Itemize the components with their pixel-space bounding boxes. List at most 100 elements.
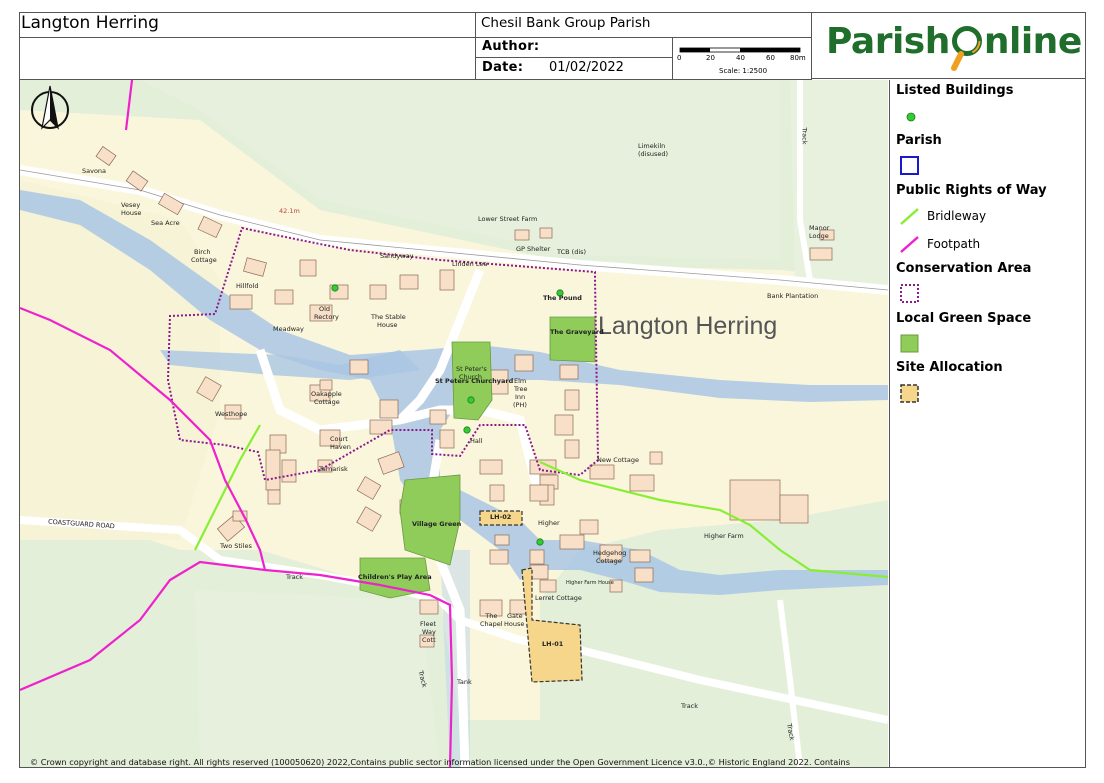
label-elm: Elm	[514, 377, 527, 385]
label-old-rectory: Rectory	[314, 313, 339, 321]
label-elm-inn: Inn	[515, 393, 526, 401]
label-bank-plantation: Bank Plantation	[767, 292, 819, 300]
label-linden-lea: Linden Lea	[452, 260, 488, 268]
label-elm-tree: Tree	[514, 385, 528, 393]
label-gp-shelter: GP Shelter	[516, 245, 551, 253]
legend-conservation-heading: Conservation Area	[896, 261, 1032, 276]
logo-text-part2: nline	[983, 21, 1082, 62]
scale-tick-60: 60	[766, 54, 775, 62]
label-two-stiles: Two Stiles	[220, 542, 252, 550]
label-vesey: Vesey	[121, 201, 141, 209]
label-fleet-cott: Cott	[422, 636, 436, 644]
copyright-notice: © Crown copyright and database right. Al…	[30, 757, 851, 767]
label-gate: Gate	[507, 612, 523, 620]
label-lh02: LH-02	[490, 513, 512, 521]
label-hall: Hall	[470, 437, 483, 445]
parish-cell: Chesil Bank Group Parish	[475, 12, 812, 38]
map-canvas[interactable]: Langton Herring Savona Vesey House Sea A…	[20, 80, 888, 767]
author-cell: Author:	[475, 37, 673, 58]
label-track-bottom: Track	[681, 702, 699, 710]
map-labels: Langton Herring Savona Vesey House Sea A…	[20, 80, 888, 767]
label-sea-acre: Sea Acre	[151, 219, 180, 227]
label-hedgehog: Hedgehog	[593, 549, 627, 557]
magnifier-icon	[950, 26, 984, 71]
map-title: Langton Herring	[21, 13, 159, 33]
label-childrens-play: Children's Play Area	[358, 573, 432, 581]
label-fleet: Fleet	[420, 620, 437, 628]
title-cell: Langton Herring	[19, 12, 476, 38]
label-track-south: Track	[286, 573, 304, 581]
label-savona: Savona	[82, 167, 107, 175]
parish-name: Chesil Bank Group Parish	[481, 15, 651, 31]
label-higher: Higher	[538, 519, 560, 527]
label-old: Old	[319, 305, 331, 313]
label-court-haven: Haven	[330, 443, 351, 451]
label-higher-farm: Higher Farm	[704, 532, 744, 540]
label-tcb: TCB (dis)	[557, 248, 587, 256]
legend-green-space-heading: Local Green Space	[896, 311, 1032, 326]
label-gate-house: House	[504, 620, 525, 628]
listed-building-symbol-icon	[906, 112, 916, 122]
label-track-se: Track	[785, 722, 796, 742]
label-the-stable-house: House	[377, 321, 398, 329]
scale-text: Scale: 1:2500	[719, 67, 768, 75]
conservation-area-symbol-icon	[900, 284, 919, 303]
label-hillfold: Hillfold	[236, 282, 259, 290]
label-track-ne: Track	[800, 127, 809, 145]
legend-parish-heading: Parish	[896, 133, 942, 148]
label-fleet-way: Way	[422, 628, 436, 636]
date-label: Date:	[482, 60, 524, 75]
title-cell-lower	[19, 37, 476, 80]
label-tank: Tank	[457, 678, 472, 686]
label-new-cottage: New Cottage	[597, 456, 639, 464]
date-cell: Date: 01/02/2022	[475, 57, 673, 80]
scale-tick-20: 20	[706, 54, 715, 62]
site-allocation-symbol-icon	[900, 384, 919, 403]
label-hedgehog-cottage: Cottage	[596, 557, 622, 565]
legend-footpath-label: Footpath	[927, 237, 981, 251]
scale-tick-80: 80m	[790, 54, 806, 62]
legend-bridleway-label: Bridleway	[927, 209, 987, 223]
label-the-chapel: The Chapel	[480, 612, 503, 628]
map-legend: Listed Buildings Parish Public Rights of…	[889, 80, 1086, 768]
label-track-west: Track	[416, 669, 429, 689]
author-label: Author:	[482, 39, 540, 54]
label-sandyway: Sandyway	[380, 252, 414, 260]
legend-listed-buildings-heading: Listed Buildings	[896, 83, 1014, 98]
label-tamarisk: Tamarisk	[319, 465, 348, 473]
scale-cell: 0 20 40 60 80m Scale: 1:2500	[672, 37, 812, 80]
scale-tick-0: 0	[677, 54, 682, 62]
label-lh01: LH-01	[542, 640, 564, 648]
label-spot-height: 42.1m	[279, 207, 300, 215]
label-limekiln-disused: (disused)	[638, 150, 669, 158]
parish-boundary-symbol-icon	[900, 156, 919, 175]
label-oakapple-cottage: Cottage	[314, 398, 340, 406]
footpath-symbol-icon	[900, 236, 919, 253]
logo-text-part1: Parish	[826, 21, 950, 62]
label-village-green: Village Green	[412, 520, 462, 528]
label-vesey-house: House	[121, 209, 142, 217]
label-birch: Birch	[194, 248, 211, 256]
label-the-stable: The Stable	[371, 313, 406, 321]
label-meadway: Meadway	[273, 325, 304, 333]
village-label: Langton Herring	[598, 312, 778, 340]
date-value: 01/02/2022	[549, 60, 624, 75]
label-limekiln: Limekiln	[638, 142, 666, 150]
label-the-graveyard: The Graveyard	[550, 328, 604, 336]
label-westhope: Westhope	[215, 410, 248, 418]
legend-prow-heading: Public Rights of Way	[896, 183, 1047, 198]
bridleway-symbol-icon	[900, 208, 919, 225]
label-elm-ph: (PH)	[513, 401, 527, 409]
label-birch-cottage: Cottage	[191, 256, 217, 264]
label-st-peters: St Peter's	[456, 365, 487, 373]
label-court: Court	[330, 435, 348, 443]
logo-text: Parish nline	[826, 21, 1082, 71]
label-coastguard-road: COASTGUARD ROAD	[47, 517, 116, 531]
label-manor: Manor	[809, 224, 830, 232]
legend-site-allocation-heading: Site Allocation	[896, 360, 1003, 375]
label-higher-farm-house: Higher Farm House	[566, 580, 614, 586]
label-manor-lodge: Lodge	[809, 232, 829, 240]
label-oakapple: Oakapple	[311, 390, 342, 398]
label-churchyard: St Peters Churchyard	[435, 377, 514, 385]
scale-tick-40: 40	[736, 54, 745, 62]
